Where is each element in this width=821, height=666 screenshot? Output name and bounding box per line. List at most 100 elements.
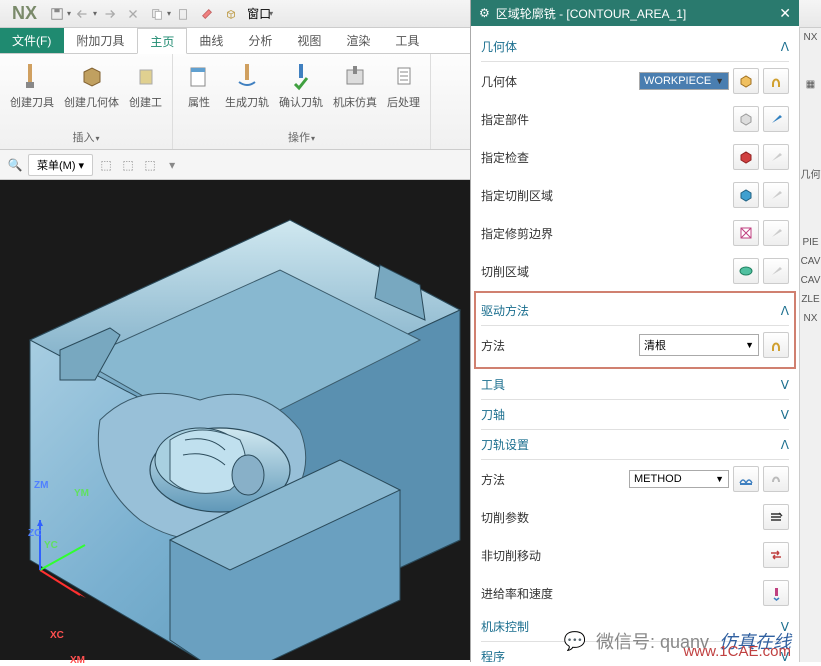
chevron-down-icon: ᐯ bbox=[781, 408, 789, 422]
group-label-insert: 插入 ▾ bbox=[8, 129, 164, 145]
window-label[interactable]: 窗口 bbox=[247, 5, 271, 22]
tab-curve[interactable]: 曲线 bbox=[187, 28, 236, 53]
right-edge-bar: NX ▦ 几何 PIE CAV CAV ZLE NX bbox=[799, 28, 821, 662]
axis-xm: XM bbox=[70, 655, 85, 666]
select-check-button[interactable] bbox=[733, 144, 759, 170]
row-cutparams: 切削参数 bbox=[481, 498, 789, 536]
edge-icon[interactable]: ▦ bbox=[806, 79, 815, 90]
mini-icon[interactable]: ⬚ bbox=[97, 156, 115, 174]
section-tool[interactable]: 工具 ᐯ bbox=[481, 370, 789, 400]
row-noncut: 非切削移动 bbox=[481, 536, 789, 574]
menu-button[interactable]: 菜单(M) ▾ bbox=[28, 154, 93, 176]
feed-button[interactable] bbox=[763, 580, 789, 606]
op-icon bbox=[130, 60, 162, 92]
properties-button[interactable]: 属性 bbox=[181, 58, 217, 112]
machine-sim-button[interactable]: 机床仿真 bbox=[331, 58, 379, 112]
paste-icon[interactable] bbox=[173, 4, 193, 24]
edge-pie: PIE bbox=[802, 237, 818, 248]
ribbon-group-insert: 创建刀具 创建几何体 创建工 插入 ▾ bbox=[0, 54, 173, 149]
redo-icon[interactable] bbox=[99, 4, 119, 24]
show-trim-button[interactable] bbox=[763, 220, 789, 246]
show-cutarea-button[interactable] bbox=[763, 182, 789, 208]
dialog-body: 几何体 ᐱ 几何体 WORKPIECE▼ 指定部件 指定检查 bbox=[471, 26, 799, 662]
chevron-up-icon: ᐱ bbox=[781, 304, 789, 318]
tab-view[interactable]: 视图 bbox=[285, 28, 334, 53]
noncut-button[interactable] bbox=[763, 542, 789, 568]
show-part-button[interactable] bbox=[763, 106, 789, 132]
post-icon bbox=[388, 60, 420, 92]
tool-icon bbox=[16, 60, 48, 92]
row-drive-method: 方法 清根▼ bbox=[481, 326, 789, 364]
machine-icon bbox=[339, 60, 371, 92]
dropdown-arrow-icon[interactable]: ▾ bbox=[167, 9, 171, 18]
select-trim-button[interactable] bbox=[733, 220, 759, 246]
axis-xc: XC bbox=[50, 630, 64, 641]
undo-icon[interactable] bbox=[73, 4, 93, 24]
3d-viewport[interactable]: ZM YM ZC YC XC XM bbox=[0, 180, 470, 660]
eraser-icon[interactable] bbox=[197, 4, 217, 24]
dropdown-arrow-icon[interactable]: ▾ bbox=[67, 9, 71, 18]
dialog-titlebar[interactable]: ⚙ 区域轮廓铣 - [CONTOUR_AREA_1] ✕ bbox=[471, 0, 799, 26]
edit-drive-button[interactable] bbox=[763, 332, 789, 358]
select-cutarea-button[interactable] bbox=[733, 182, 759, 208]
postprocess-button[interactable]: 后处理 bbox=[385, 58, 422, 112]
save-icon[interactable] bbox=[47, 4, 67, 24]
edge-nx: NX bbox=[804, 32, 818, 43]
mini-icon[interactable]: ⬚ bbox=[119, 156, 137, 174]
row-geometry: 几何体 WORKPIECE▼ bbox=[481, 62, 789, 100]
section-geometry[interactable]: 几何体 ᐱ bbox=[481, 32, 789, 62]
tab-addon[interactable]: 附加刀具 bbox=[64, 28, 137, 53]
tab-render[interactable]: 渲染 bbox=[334, 28, 383, 53]
row-part: 指定部件 bbox=[481, 100, 789, 138]
copy-icon[interactable] bbox=[147, 4, 167, 24]
axis-yc: YC bbox=[44, 540, 58, 551]
tab-home[interactable]: 主页 bbox=[137, 28, 187, 54]
mini-icon[interactable]: ▾ bbox=[163, 156, 181, 174]
verify-toolpath-button[interactable]: 确认刀轨 bbox=[277, 58, 325, 112]
method-inherit-button[interactable] bbox=[733, 466, 759, 492]
show-check-button[interactable] bbox=[763, 144, 789, 170]
create-geometry-button[interactable]: 创建几何体 bbox=[62, 58, 121, 112]
chevron-up-icon: ᐱ bbox=[781, 40, 789, 54]
select-geometry-button[interactable] bbox=[733, 68, 759, 94]
dropdown-arrow-icon[interactable]: ▾ bbox=[93, 9, 97, 18]
geometry-combo[interactable]: WORKPIECE▼ bbox=[639, 72, 729, 90]
row-cutarea: 指定切削区域 bbox=[481, 176, 789, 214]
method-edit-button[interactable] bbox=[763, 466, 789, 492]
tab-file[interactable]: 文件(F) bbox=[0, 28, 64, 53]
verify-icon bbox=[285, 60, 317, 92]
path-method-combo[interactable]: METHOD▼ bbox=[629, 470, 729, 488]
section-path[interactable]: 刀轨设置 ᐱ bbox=[481, 430, 789, 460]
cut-params-button[interactable] bbox=[763, 504, 789, 530]
create-tool-button[interactable]: 创建刀具 bbox=[8, 58, 56, 112]
mini-icon[interactable]: ⬚ bbox=[141, 156, 159, 174]
geometry-icon bbox=[76, 60, 108, 92]
axis-zm: ZM bbox=[34, 480, 48, 491]
select-part-button[interactable] bbox=[733, 106, 759, 132]
row-cutarea2: 切削区域 bbox=[481, 252, 789, 290]
finder-icon[interactable]: 🔍 bbox=[6, 156, 24, 174]
tab-analyze[interactable]: 分析 bbox=[236, 28, 285, 53]
tab-tool[interactable]: 工具 bbox=[383, 28, 432, 53]
row-feed: 进给率和速度 bbox=[481, 574, 789, 612]
section-drive[interactable]: 驱动方法 ᐱ bbox=[481, 296, 789, 326]
section-axis[interactable]: 刀轴 ᐯ bbox=[481, 400, 789, 430]
cutarea2-button[interactable] bbox=[733, 258, 759, 284]
close-icon[interactable]: ✕ bbox=[779, 5, 791, 22]
ribbon-group-ops: 属性 生成刀轨 确认刀轨 机床仿真 后处理 操作 ▾ bbox=[173, 54, 431, 149]
edit-geometry-button[interactable] bbox=[763, 68, 789, 94]
contour-area-dialog: ⚙ 区域轮廓铣 - [CONTOUR_AREA_1] ✕ 几何体 ᐱ 几何体 W… bbox=[470, 0, 799, 662]
create-op-button[interactable]: 创建工 bbox=[127, 58, 164, 112]
generate-toolpath-button[interactable]: 生成刀轨 bbox=[223, 58, 271, 112]
drive-method-combo[interactable]: 清根▼ bbox=[639, 334, 759, 356]
edge-cav2: CAV bbox=[801, 275, 821, 286]
edge-geom: 几何 bbox=[801, 166, 821, 181]
axis-ym: YM bbox=[74, 488, 89, 499]
dropdown-arrow-icon[interactable]: ▾ bbox=[269, 9, 273, 18]
show-cutarea2-button[interactable] bbox=[763, 258, 789, 284]
wechat-icon: 💬 bbox=[564, 631, 586, 652]
dialog-title-text: 区域轮廓铣 - [CONTOUR_AREA_1] bbox=[496, 5, 686, 22]
box-icon[interactable] bbox=[221, 4, 241, 24]
cut-icon[interactable] bbox=[123, 4, 143, 24]
group-label-ops: 操作 ▾ bbox=[181, 129, 422, 145]
